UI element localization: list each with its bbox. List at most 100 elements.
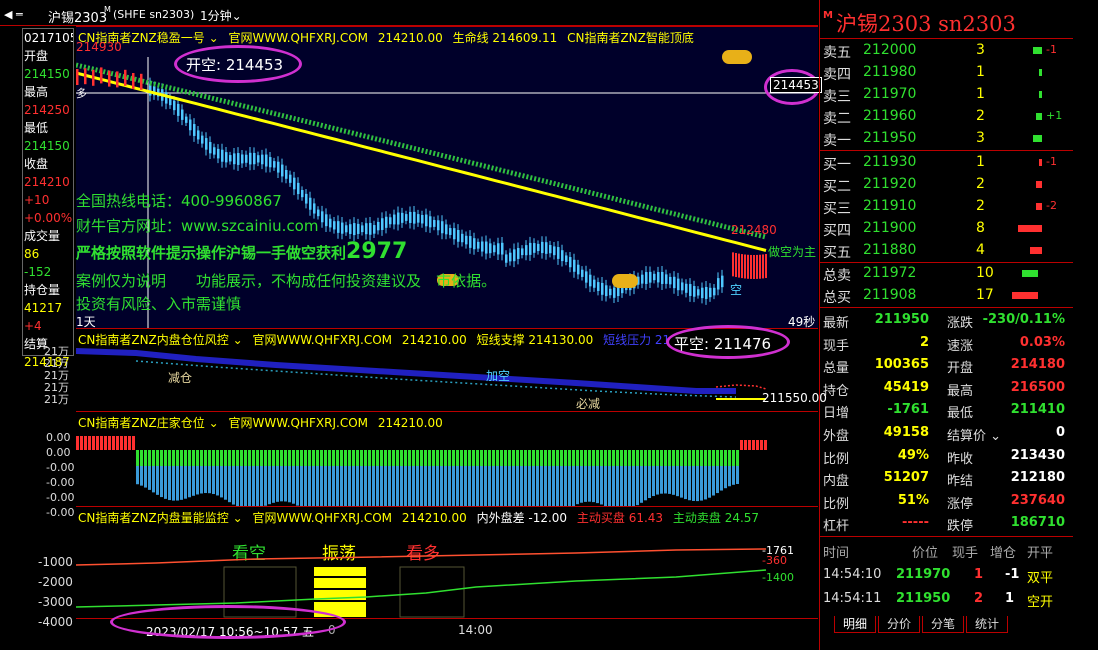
level-volume: 1 [976,154,985,170]
chevron-down-icon: ⌄ [231,9,242,23]
tab-trades[interactable]: 分笔 [922,616,965,633]
oi-change: +4 [24,319,42,333]
low-label: 最低 [24,121,49,135]
level-volume-bar [1039,69,1042,76]
volume-value: 86 [24,247,40,261]
detail-tabs: 明细 分价 分笔 统计 [834,616,1010,633]
profit-value: 2977 [346,239,408,264]
stat-row: 内盘 51207 昨结 212180 [823,470,1065,490]
ask-row[interactable]: 卖二 211960 2 +1 [820,106,1073,128]
active-sell-line [76,569,767,608]
level-volume-bar [1036,181,1042,188]
stat-row: 杠杆 ----- 跌停 186710 [823,515,1065,535]
m-marker-icon: M [104,5,111,14]
level-volume: 2 [976,108,985,124]
panel3-yaxis: 0.00 0.00 -0.00 -0.00 -0.00 -0.00 [46,431,75,519]
level-price: 211970 [863,86,917,102]
oi-label: 持仓量 [24,283,61,297]
period-selector[interactable]: 1分钟⌄ [200,7,242,24]
change-pct: +0.00% [24,211,73,225]
level-volume-bar [1039,159,1042,166]
oi-value: 41217 [24,301,63,315]
level-label: 卖三 [823,89,851,105]
bid-row[interactable]: 买五 211880 4 [820,240,1073,262]
low-value: 214150 [24,139,70,153]
stat-row: 最新 211950 涨跌 -230/0.11% [823,312,1065,331]
trend-dotted-line [76,62,767,240]
settle-dropdown[interactable]: 结算价 ⌄ [947,429,1001,444]
level-volume: 1 [976,64,985,80]
level-label: 卖四 [823,67,851,83]
volume-monitor-panel[interactable]: CN指南者ZNZ内盘量能监控 ⌄ 官网WWW.QHFXRJ.COM 214210… [76,506,818,618]
m-marker-icon: M [823,10,833,21]
left-edge-strip [0,28,20,648]
tick-row[interactable]: 14:54:10 211970 1 -1 双平 [820,564,1073,586]
position-risk-panel[interactable]: CN指南者ZNZ内盘仓位风控 ⌄ 官网WWW.QHFXRJ.COM 214210… [76,325,827,411]
ask-row[interactable]: 卖三 211970 1 [820,84,1073,106]
total-sell-row: 总卖 211972 10 [820,263,1073,285]
long-marker: 多 [76,87,87,100]
tab-price-dist[interactable]: 分价 [878,616,921,633]
level-volume-bar [1033,47,1042,54]
dealer-position-panel[interactable]: CN指南者ZNZ庄家仓位 ⌄ 官网WWW.QHFXRJ.COM 214210.0… [76,411,818,507]
hotline-text: 全国热线电话：400-9960867 [76,192,282,210]
level-volume-bar [1036,203,1042,210]
level-volume: 3 [976,42,985,58]
close-label: 收盘 [24,157,49,171]
tab-detail[interactable]: 明细 [834,616,877,633]
stat-row: 持仓 45419 最高 216500 [823,379,1065,399]
panel2-yaxis: 21万 21万 21万 21万 21万 [44,345,69,406]
high-label: 最高 [24,85,49,99]
v360-label: -360 [762,554,787,567]
must-reduce-label: 必减 [576,397,601,411]
open-short-callout: 开空: 214453 [186,56,284,74]
level-volume: 4 [976,242,985,258]
level-volume: 3 [976,130,985,146]
bid-row[interactable]: 买四 211900 8 [820,218,1073,240]
peak-price-label: 212480 [731,223,777,237]
level-price: 211920 [863,176,917,192]
level-price: 211880 [863,242,917,258]
stat-row: 外盘 49158 结算价 ⌄ 0 [823,425,1065,444]
volume-change: -152 [24,265,52,279]
level-volume-bar [1018,225,1042,232]
level-price: 211960 [863,108,917,124]
stat-row: 比例 49% 昨收 213430 [823,447,1065,467]
bid-row[interactable]: 买二 211920 2 [820,174,1073,196]
dealer-histogram-svg [76,436,767,507]
level-volume-bar [1033,135,1042,142]
total-buy-row: 总买 211908 17 [820,285,1073,307]
coin-icon [722,50,752,64]
level-price: 211950 [863,130,917,146]
divider [820,150,1073,151]
ask-row[interactable]: 卖一 211950 3 [820,128,1073,150]
level-change: -1 [1046,155,1057,168]
level-label: 买三 [823,201,851,217]
bar-time: 02171056 [24,31,73,45]
chart-header-bar: ◀ ═ 沪锡2303 M (SHFE sn2303) 1分钟⌄ [0,0,818,26]
add-short-label: 加空 [486,369,511,383]
level-change: -1 [1046,43,1057,56]
total-sell-bar [1022,270,1038,277]
short-signal-label: 空 [730,283,743,297]
bid-row[interactable]: 买三 211910 2 -2 [820,196,1073,218]
v1400-label: -1400 [762,571,794,584]
right-scrollbar[interactable] [1076,0,1098,650]
symbol-name[interactable]: 沪锡2303 [48,7,107,26]
main-chart-panel[interactable]: CN指南者ZNZ稳盈一号 ⌄ 官网WWW.QHFXRJ.COM 214210.0… [76,26,822,329]
level-label: 卖二 [823,111,851,127]
histogram-bars [76,436,767,507]
tick-row[interactable]: 14:54:11 211950 2 1 空开 [820,588,1073,610]
stat-row: 现手 2 速涨 0.03% [823,334,1065,354]
level-price: 211930 [863,154,917,170]
ask-row[interactable]: 卖五 212000 3 -1 [820,40,1073,62]
bid-row[interactable]: 买一 211930 1 -1 [820,152,1073,174]
tab-stats[interactable]: 统计 [966,616,1009,633]
level-volume: 8 [976,220,985,236]
short-main-label: 做空为主 [768,245,817,259]
level-volume-bar [1036,113,1042,120]
level-price: 211900 [863,220,917,236]
ask-row[interactable]: 卖四 211980 1 [820,62,1073,84]
menu-icon[interactable]: ◀ ═ [4,8,23,21]
stat-row: 日增 -1761 最低 211410 [823,402,1065,422]
